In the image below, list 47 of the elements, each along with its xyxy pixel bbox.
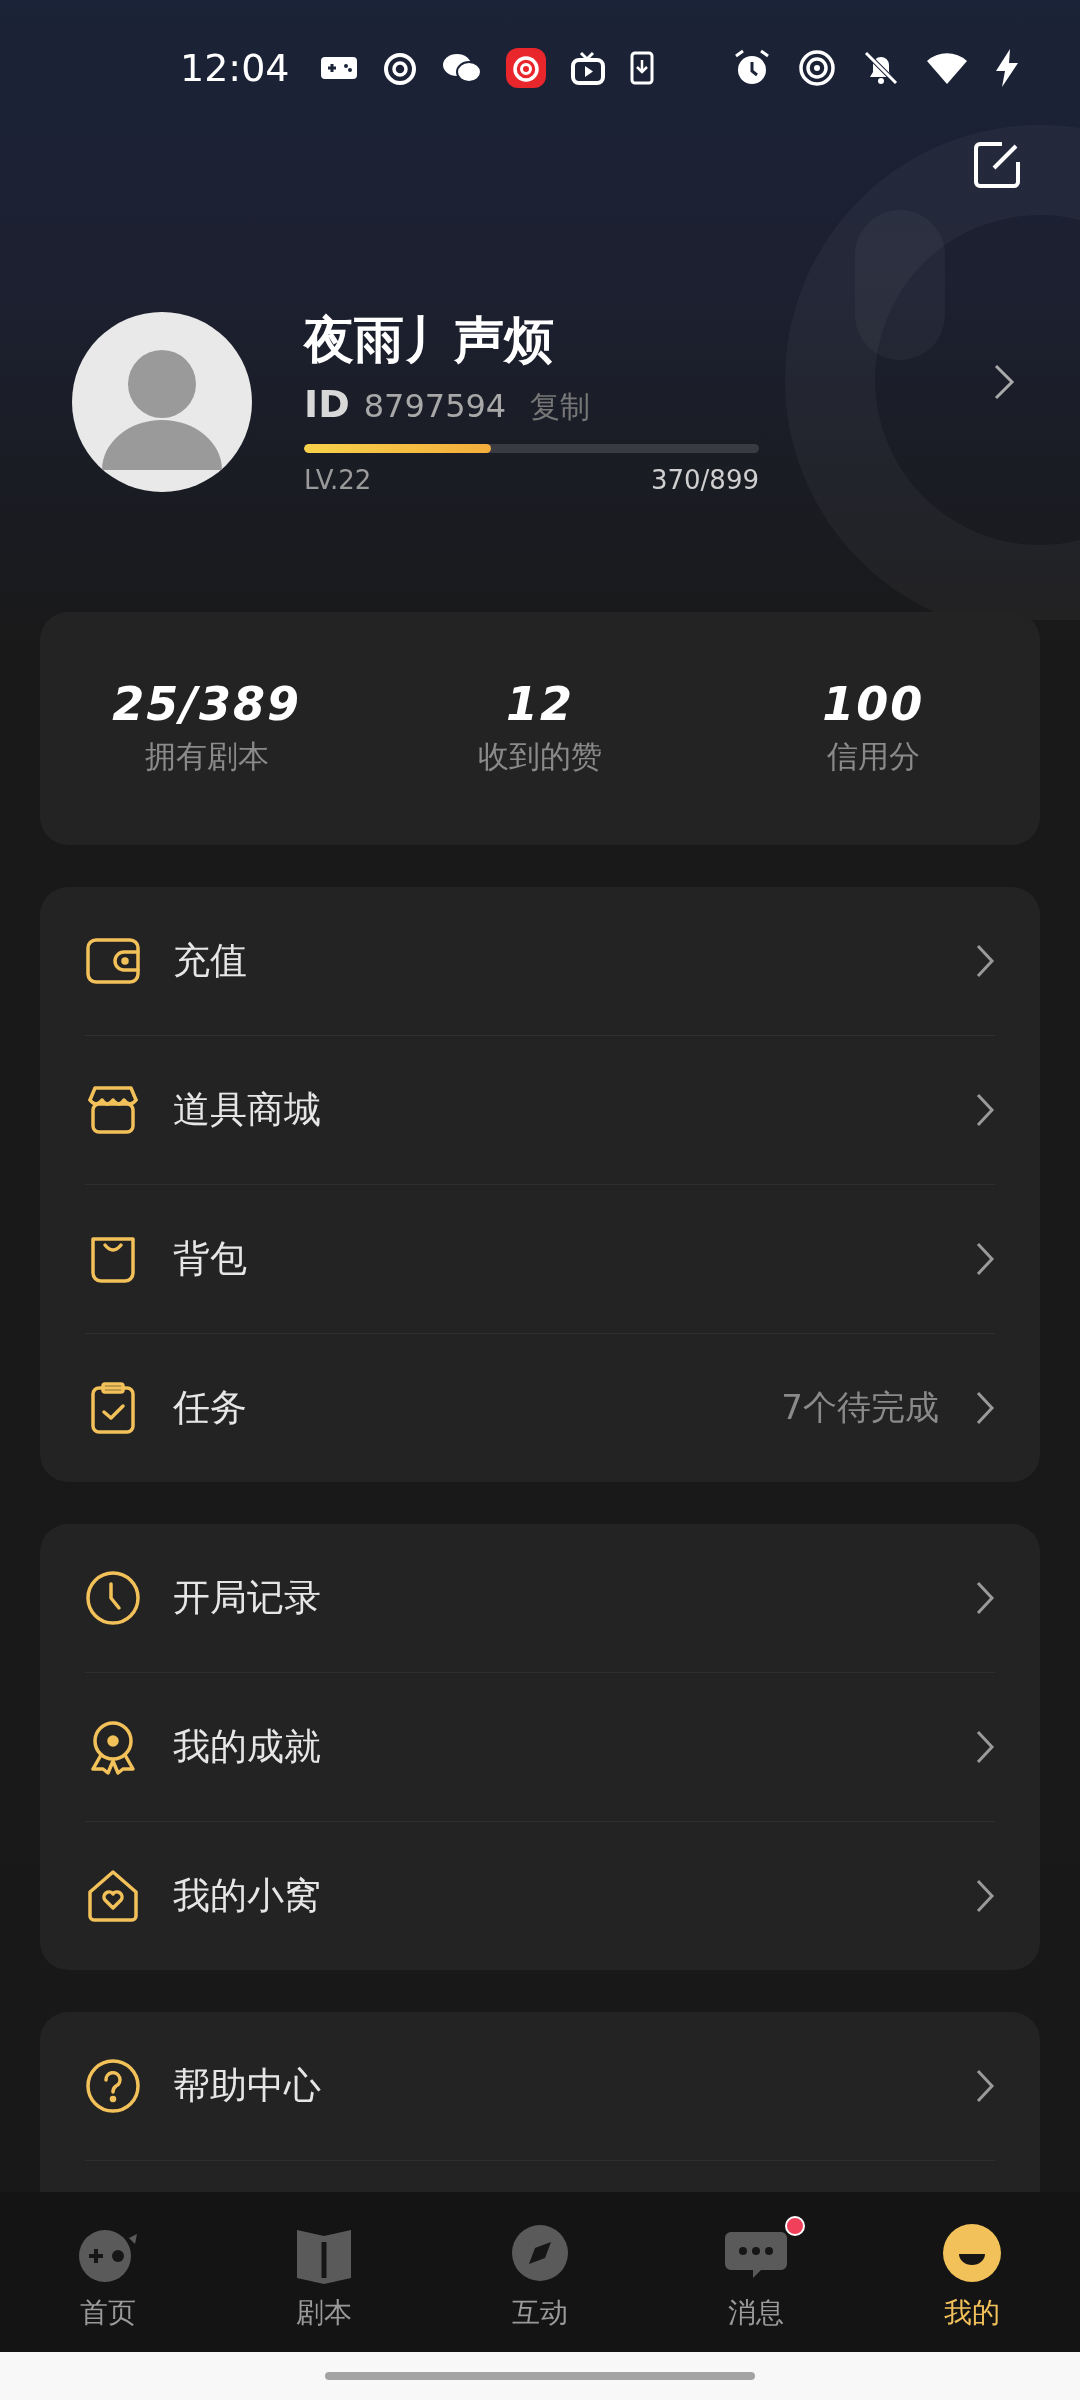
chevron-right-icon: [975, 1878, 995, 1914]
chevron-right-icon: [975, 1241, 995, 1277]
tv-icon: [569, 49, 606, 86]
pending-count: 7个待完成: [781, 1386, 939, 1429]
home-icon: [85, 1868, 141, 1924]
chevron-right-icon: [975, 1092, 995, 1128]
menu-item[interactable]: 道具商城: [85, 1036, 995, 1185]
chevron-right-icon: [975, 1580, 995, 1616]
chevron-right-icon: [975, 2068, 995, 2104]
edit-icon[interactable]: [972, 140, 1022, 190]
menu-item[interactable]: 背包: [85, 1185, 995, 1334]
stat-label: 信用分: [826, 737, 920, 776]
clock-icon: [85, 1570, 141, 1626]
id-label: ID: [304, 382, 350, 426]
level-label: LV.22: [304, 465, 372, 495]
stat-label: 拥有剧本: [144, 737, 269, 776]
stat-label: 收到的赞: [478, 737, 602, 776]
wifi-icon: [926, 50, 968, 85]
tab[interactable]: 剧本: [216, 2192, 432, 2352]
stat-value: 25/389: [112, 680, 302, 728]
tab[interactable]: 首页: [0, 2192, 216, 2352]
gamepad-icon: [319, 54, 358, 81]
chevron-right-icon: [975, 943, 995, 979]
tab[interactable]: 互动: [432, 2192, 648, 2352]
exp-count: 370/899: [651, 465, 759, 495]
stat-value: 12: [506, 680, 574, 728]
stat-value: 100: [822, 680, 925, 728]
charging-icon: [994, 47, 1020, 88]
help-icon: [85, 2058, 141, 2114]
tab[interactable]: 我的: [864, 2192, 1080, 2352]
copy-link[interactable]: 复制: [530, 387, 591, 428]
tab[interactable]: 消息: [648, 2192, 864, 2352]
menu-item[interactable]: 任务 7个待完成: [85, 1334, 995, 1482]
menu-item[interactable]: 我的成就: [85, 1673, 995, 1822]
chevron-right-icon: [975, 1729, 995, 1765]
menu-item[interactable]: 帮助中心: [85, 2012, 995, 2161]
chevron-right-icon[interactable]: [993, 362, 1015, 401]
menu-item[interactable]: 充值: [85, 887, 995, 1036]
status-time: 12:04: [180, 45, 290, 90]
menu-item[interactable]: 开局记录: [85, 1524, 995, 1673]
hotspot-icon: [798, 48, 836, 87]
download-icon: [629, 50, 654, 85]
user-name: 夜雨丿声烦: [304, 310, 555, 371]
avatar[interactable]: [72, 311, 252, 492]
menu-item[interactable]: 我的小窝: [85, 1822, 995, 1970]
user-id: 8797594: [363, 387, 507, 425]
chevron-right-icon: [975, 1390, 995, 1426]
